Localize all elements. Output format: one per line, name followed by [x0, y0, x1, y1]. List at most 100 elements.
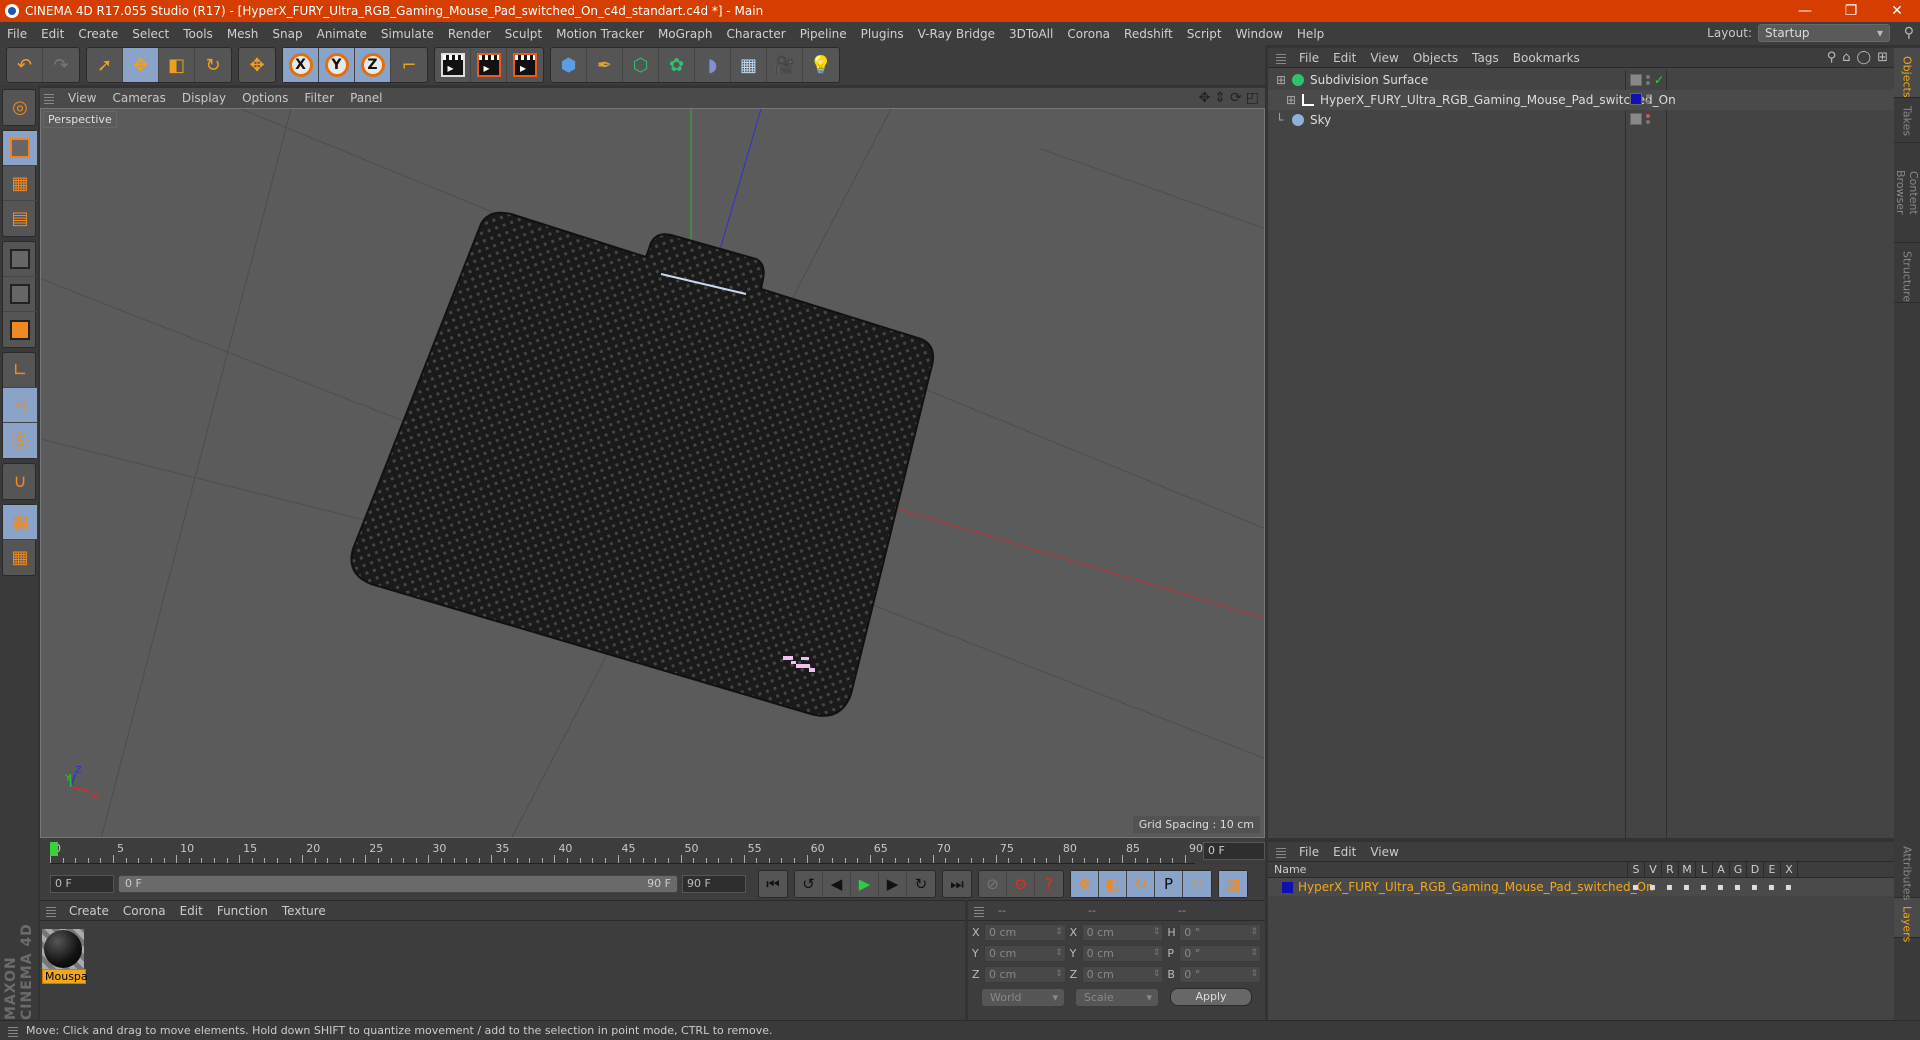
- visibility-dots[interactable]: [1646, 75, 1650, 85]
- record-keys-button[interactable]: ⊙: [1007, 871, 1035, 897]
- coordinate-space-dropdown[interactable]: World: [982, 988, 1064, 1006]
- key-pla-button[interactable]: ⁙: [1183, 871, 1211, 897]
- playhead[interactable]: [50, 842, 58, 856]
- make-editable-button[interactable]: ◎: [3, 90, 37, 125]
- viewport-menu-cameras[interactable]: Cameras: [104, 91, 173, 105]
- menu-select[interactable]: Select: [125, 27, 176, 41]
- go-to-end-button[interactable]: ⏭: [943, 871, 971, 897]
- layer-menu-edit[interactable]: Edit: [1326, 845, 1363, 859]
- material-menu-function[interactable]: Function: [210, 904, 275, 918]
- render-view-button[interactable]: [435, 48, 471, 82]
- timeline-toggle-button[interactable]: ▥: [1218, 870, 1248, 898]
- render-icon[interactable]: ▪: [1666, 882, 1678, 893]
- points-mode-button[interactable]: [3, 242, 37, 277]
- rotation-field[interactable]: 0 °: [1179, 923, 1262, 941]
- expression-icon[interactable]: ▪: [1768, 882, 1780, 893]
- end-frame-field[interactable]: 90 F: [682, 875, 746, 893]
- menu-window[interactable]: Window: [1229, 27, 1290, 41]
- layer-column-x[interactable]: X: [1781, 862, 1798, 877]
- visibility-dots[interactable]: [1646, 94, 1650, 104]
- move-button[interactable]: ✥: [123, 48, 159, 82]
- timeline-ruler[interactable]: 051015202530354045505560657075808590 0 F: [40, 838, 1265, 868]
- x-axis-button[interactable]: X: [283, 48, 319, 82]
- mouse-pad-model[interactable]: [350, 211, 934, 717]
- menu-motion-tracker[interactable]: Motion Tracker: [549, 27, 651, 41]
- restore-button[interactable]: ❐: [1828, 0, 1874, 22]
- side-tab-attributes[interactable]: Attributes: [1894, 838, 1920, 900]
- object-menu-edit[interactable]: Edit: [1326, 51, 1363, 65]
- tree-expander[interactable]: └: [1276, 113, 1288, 127]
- previous-key-button[interactable]: ↺: [795, 871, 823, 897]
- menu-3dtoall[interactable]: 3DToAll: [1002, 27, 1060, 41]
- next-key-button[interactable]: ↻: [907, 871, 935, 897]
- viewport-menu-view[interactable]: View: [60, 91, 104, 105]
- layout-dropdown[interactable]: Startup: [1758, 24, 1890, 42]
- subdivision-button[interactable]: ⬡: [623, 48, 659, 82]
- autokey-button[interactable]: ?: [1035, 871, 1063, 897]
- key-scale-button[interactable]: ◧: [1099, 871, 1127, 897]
- layer-column-a[interactable]: A: [1713, 862, 1730, 877]
- render-settings-button[interactable]: [507, 48, 543, 82]
- deformer-icon[interactable]: ▪: [1751, 882, 1763, 893]
- display-tag-icon[interactable]: [1630, 113, 1642, 125]
- current-frame-field[interactable]: 0 F: [1203, 842, 1265, 860]
- layer-column-l[interactable]: L: [1696, 862, 1713, 877]
- polygons-mode-button[interactable]: [3, 312, 37, 347]
- menu-mesh[interactable]: Mesh: [220, 27, 266, 41]
- scale-button[interactable]: ◧: [159, 48, 195, 82]
- layer-column-name[interactable]: Name: [1268, 862, 1628, 877]
- material-menu-edit[interactable]: Edit: [173, 904, 210, 918]
- deformer-button[interactable]: ◗: [695, 48, 731, 82]
- camera-button[interactable]: 🎥: [767, 48, 803, 82]
- object-row[interactable]: ⊞ HyperX_FURY_Ultra_RGB_Gaming_Mouse_Pad_…: [1268, 90, 1894, 110]
- material-swatch[interactable]: Mouspa: [42, 929, 88, 985]
- menu-v-ray-bridge[interactable]: V-Ray Bridge: [911, 27, 1002, 41]
- animation-icon[interactable]: ▪: [1717, 882, 1729, 893]
- layer-column-m[interactable]: M: [1679, 862, 1696, 877]
- manager-icon[interactable]: ▪: [1683, 882, 1695, 893]
- material-menu-create[interactable]: Create: [62, 904, 116, 918]
- menu-redshift[interactable]: Redshift: [1117, 27, 1180, 41]
- object-menu-view[interactable]: View: [1363, 51, 1405, 65]
- menu-plugins[interactable]: Plugins: [854, 27, 911, 41]
- panel-grip[interactable]: [1276, 51, 1286, 64]
- viewport-menu-options[interactable]: Options: [234, 91, 296, 105]
- layer-color-swatch[interactable]: [1282, 881, 1293, 893]
- close-button[interactable]: ✕: [1874, 0, 1920, 22]
- object-name[interactable]: HyperX_FURY_Ultra_RGB_Gaming_Mouse_Pad_s…: [1320, 93, 1676, 107]
- eye-icon[interactable]: ◯: [1857, 50, 1872, 65]
- rotation-field[interactable]: 0 °: [1179, 965, 1262, 983]
- apply-button[interactable]: Apply: [1170, 988, 1252, 1006]
- side-tab-layers[interactable]: Layers: [1894, 898, 1920, 942]
- step-forward-button[interactable]: ▶: [879, 871, 907, 897]
- visibility-dots[interactable]: [1646, 114, 1650, 124]
- panel-grip[interactable]: [8, 1024, 18, 1037]
- viewport-menu-display[interactable]: Display: [174, 91, 234, 105]
- object-name[interactable]: Subdivision Surface: [1310, 73, 1428, 87]
- panel-grip[interactable]: [44, 92, 54, 104]
- generator-icon[interactable]: ▪: [1734, 882, 1746, 893]
- visible-icon[interactable]: ▪: [1649, 882, 1661, 893]
- object-menu-tags[interactable]: Tags: [1465, 51, 1506, 65]
- layer-menu-view[interactable]: View: [1363, 845, 1405, 859]
- layer-column-s[interactable]: S: [1628, 862, 1645, 877]
- layer-row[interactable]: HyperX_FURY_Ultra_RGB_Gaming_Mouse_Pad_s…: [1268, 878, 1894, 896]
- key-rotation-button[interactable]: ↻: [1127, 871, 1155, 897]
- side-tab-content-browser[interactable]: Content Browser: [1894, 143, 1920, 243]
- move-view-icon[interactable]: ✥: [1199, 90, 1211, 106]
- y-axis-button[interactable]: Y: [319, 48, 355, 82]
- workplane-lock-button[interactable]: ▦: [3, 505, 37, 540]
- panel-grip[interactable]: [1276, 845, 1286, 858]
- enabled-check-icon[interactable]: ✓: [1654, 73, 1664, 87]
- menu-file[interactable]: File: [0, 27, 34, 41]
- menu-render[interactable]: Render: [441, 27, 498, 41]
- menu-character[interactable]: Character: [719, 27, 792, 41]
- layer-menu-file[interactable]: File: [1292, 845, 1326, 859]
- recent-tool-button[interactable]: ✥: [239, 48, 275, 82]
- menu-animate[interactable]: Animate: [310, 27, 374, 41]
- orbit-icon[interactable]: ⟳: [1230, 90, 1242, 106]
- panel-grip[interactable]: [974, 904, 984, 917]
- layer-name[interactable]: HyperX_FURY_Ultra_RGB_Gaming_Mouse_Pad_s…: [1298, 880, 1654, 894]
- key-param-button[interactable]: P: [1155, 871, 1183, 897]
- layer-color-swatch[interactable]: [1630, 93, 1642, 105]
